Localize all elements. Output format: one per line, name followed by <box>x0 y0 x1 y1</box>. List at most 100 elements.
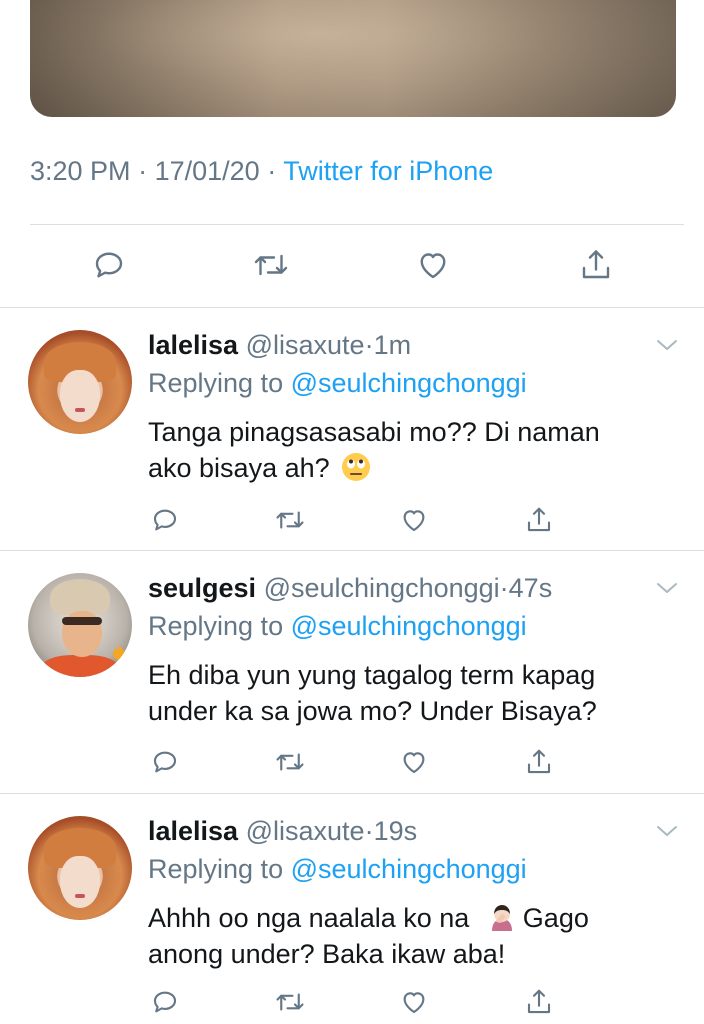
reply-actions <box>0 980 704 1020</box>
display-name[interactable]: lalelisa <box>148 816 238 846</box>
reply-tweet[interactable]: lalelisa @lisaxute·19s Replying to @seul… <box>0 794 704 1024</box>
share-icon <box>527 749 551 774</box>
retweet-icon <box>254 254 288 276</box>
reply-text-segment: Gago <box>522 903 589 933</box>
divider <box>30 224 684 225</box>
user-handle[interactable]: @lisaxute <box>246 330 365 360</box>
like-button[interactable] <box>411 243 455 287</box>
meta-separator: · <box>364 816 374 846</box>
reply-button[interactable] <box>143 980 187 1024</box>
avatar-lips <box>75 408 85 412</box>
heart-icon <box>403 752 425 774</box>
reply-text-line: Tanga pinagsasasabi mo?? Di naman <box>148 417 600 447</box>
replying-to: Replying to @seulchingchonggi <box>148 854 527 885</box>
meta-separator: · <box>267 156 277 186</box>
heart-icon <box>403 992 425 1014</box>
reply-button[interactable] <box>143 498 187 542</box>
avatar-lips <box>75 894 85 898</box>
reply-time: 1m <box>373 330 412 360</box>
avatar-face <box>60 370 100 422</box>
reply-tweet[interactable]: lalelisa @lisaxute·1m Replying to @seulc… <box>0 308 704 550</box>
share-icon <box>527 507 551 532</box>
user-handle[interactable]: @lisaxute <box>246 816 365 846</box>
display-name[interactable]: seulgesi <box>148 573 256 603</box>
user-handle[interactable]: @seulchingchonggi <box>264 573 500 603</box>
heart-icon <box>403 510 425 532</box>
reply-icon <box>153 751 177 773</box>
mention-link[interactable]: @seulchingchonggi <box>291 854 527 884</box>
replying-to: Replying to @seulchingchonggi <box>148 368 527 399</box>
replying-to: Replying to @seulchingchonggi <box>148 611 527 642</box>
more-options-button[interactable] <box>652 330 682 360</box>
replying-label: Replying to <box>148 368 284 398</box>
tweet-time: 3:20 PM <box>30 156 131 186</box>
retweet-button[interactable] <box>249 243 293 287</box>
avatar-hair <box>50 579 110 615</box>
share-button[interactable] <box>517 498 561 542</box>
display-name[interactable]: lalelisa <box>148 330 238 360</box>
tweet-meta: 3:20 PM · 17/01/20 · Twitter for iPhone <box>30 156 493 187</box>
meta-separator: · <box>499 573 509 603</box>
reply-header: seulgesi @seulchingchonggi·47s <box>148 573 552 604</box>
reply-text-line: Eh diba yun yung tagalog term kapag <box>148 660 596 690</box>
avatar-shirt <box>42 655 118 677</box>
retweet-button[interactable] <box>268 980 312 1024</box>
reply-text-line: anong under? Baka ikaw aba! <box>148 939 506 969</box>
reply-time: 19s <box>373 816 418 846</box>
reply-icon <box>153 509 177 531</box>
like-button[interactable] <box>392 498 436 542</box>
retweet-button[interactable] <box>268 740 312 784</box>
chevron-down-icon <box>657 340 677 350</box>
retweet-icon <box>276 993 304 1011</box>
reply-text: Ahhh oo nga naalala ko na Gago anong und… <box>148 900 668 972</box>
retweet-button[interactable] <box>268 498 312 542</box>
more-options-button[interactable] <box>652 573 682 603</box>
meta-separator: · <box>364 330 374 360</box>
reply-header: lalelisa @lisaxute·19s <box>148 816 417 847</box>
reply-actions <box>0 498 704 538</box>
more-options-button[interactable] <box>652 816 682 846</box>
reply-text-segment: Ahhh oo nga naalala ko na <box>148 903 470 933</box>
main-tweet-actions <box>0 243 704 287</box>
reply-text-line: under ka sa jowa mo? Under Bisaya? <box>148 696 597 726</box>
reply-icon <box>95 252 123 278</box>
avatar[interactable] <box>28 816 132 920</box>
media-shade <box>30 0 676 117</box>
replying-label: Replying to <box>148 854 284 884</box>
avatar-face <box>60 856 100 908</box>
share-button[interactable] <box>517 980 561 1024</box>
retweet-icon <box>276 753 304 771</box>
face-with-rolling-eyes-icon <box>342 453 371 481</box>
reply-time: 47s <box>508 573 553 603</box>
share-button[interactable] <box>574 243 618 287</box>
meta-separator: · <box>138 156 148 186</box>
share-button[interactable] <box>517 740 561 784</box>
reply-button[interactable] <box>87 243 131 287</box>
share-icon <box>527 989 551 1014</box>
reply-actions <box>0 740 704 780</box>
like-button[interactable] <box>392 740 436 784</box>
tweet-media-image[interactable] <box>30 0 676 117</box>
share-icon <box>582 250 610 279</box>
reply-text-line: Ahhh oo nga naalala ko na Gago <box>148 900 668 936</box>
replying-label: Replying to <box>148 611 284 641</box>
retweet-icon <box>276 511 304 529</box>
avatar[interactable] <box>28 573 132 677</box>
tweet-date: 17/01/20 <box>154 156 260 186</box>
reply-text: Eh diba yun yung tagalog term kapag unde… <box>148 657 668 729</box>
tweet-source-link[interactable]: Twitter for iPhone <box>283 156 493 186</box>
reply-tweet[interactable]: seulgesi @seulchingchonggi·47s Replying … <box>0 551 704 793</box>
chevron-down-icon <box>657 826 677 836</box>
flame-icon <box>113 644 125 660</box>
mention-link[interactable]: @seulchingchonggi <box>291 368 527 398</box>
reply-text: Tanga pinagsasasabi mo?? Di naman ako bi… <box>148 414 668 486</box>
person-facepalming-icon <box>491 905 512 931</box>
reply-header: lalelisa @lisaxute·1m <box>148 330 411 361</box>
mention-link[interactable]: @seulchingchonggi <box>291 611 527 641</box>
reply-icon <box>153 991 177 1013</box>
reply-button[interactable] <box>143 740 187 784</box>
reply-text-segment: ako bisaya ah? <box>148 453 330 483</box>
heart-icon <box>420 253 446 279</box>
like-button[interactable] <box>392 980 436 1024</box>
avatar[interactable] <box>28 330 132 434</box>
